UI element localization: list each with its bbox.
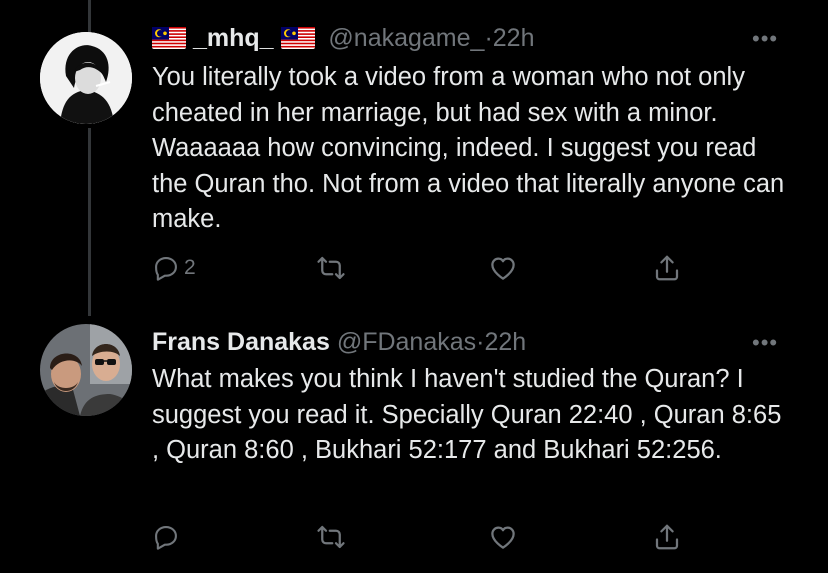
reply-icon [152,254,180,282]
tweet-actions: 2 [152,252,712,284]
malaysia-flag-icon [152,25,186,57]
share-icon [652,253,682,283]
share-button[interactable] [652,521,682,553]
reply-icon [152,523,180,551]
thread-line-middle [88,128,91,316]
retweet-button[interactable] [316,521,346,553]
reply-button[interactable]: 2 [152,252,196,284]
share-icon [652,522,682,552]
share-button[interactable] [652,252,682,284]
timestamp[interactable]: 22h [493,24,535,52]
tweet-header: _mhq_ @nakagame_·22h [152,22,534,57]
tweet-text: You literally took a video from a woman … [152,63,785,233]
display-name[interactable]: _mhq_ [193,24,274,52]
like-button[interactable] [488,252,518,284]
avatar[interactable] [40,324,132,416]
malaysia-flag-icon [280,25,315,57]
display-name[interactable]: Frans Danakas [152,328,330,356]
separator: · [484,24,493,52]
retweet-icon [316,522,346,552]
more-icon[interactable]: ••• [752,330,778,356]
handle[interactable]: @nakagame_ [328,24,484,52]
like-icon [488,253,518,283]
handle[interactable]: @FDanakas [337,328,476,356]
retweet-button[interactable] [316,252,346,284]
retweet-icon [316,253,346,283]
thread-line-top [88,0,91,32]
reply-count: 2 [184,256,196,279]
tweet-text: What makes you think I haven't studied t… [152,365,782,464]
more-icon[interactable]: ••• [752,26,778,52]
timestamp[interactable]: 22h [484,328,526,356]
like-button[interactable] [488,521,518,553]
reply-button[interactable] [152,521,180,553]
like-icon [488,522,518,552]
tweet-actions [152,521,712,553]
avatar[interactable] [40,32,132,124]
tweet-header: Frans Danakas @FDanakas·22h [152,326,526,358]
